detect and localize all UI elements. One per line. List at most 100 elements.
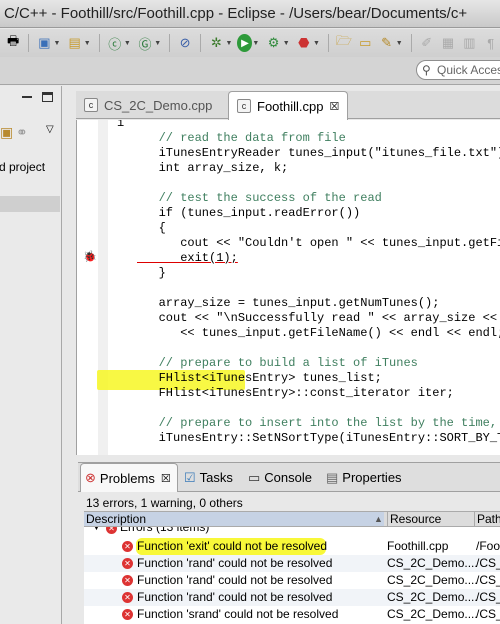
tab-cs-2c-demo[interactable]: c CS_2C_Demo.cpp (76, 91, 222, 119)
row-path: /CS_ (476, 590, 500, 604)
row-path: /Foo (476, 539, 500, 553)
problems-table: ▼ ✕ Errors (13 items) ✕ Function 'exit' … (84, 527, 500, 624)
link-editor-icon[interactable]: ⚭ (16, 124, 28, 141)
chevron-down-icon[interactable]: ▼ (283, 40, 290, 47)
tab-properties[interactable]: ▤ Properties (326, 463, 402, 492)
group-label: Errors (13 items) (120, 527, 210, 534)
code-line: i (117, 120, 125, 130)
debug-icon[interactable]: ✲ (207, 33, 225, 53)
skip-breakpoints-icon[interactable]: ⊘ (176, 33, 194, 53)
tab-tasks[interactable]: ☑ Tasks (184, 463, 233, 492)
table-row[interactable]: ✕ Function 'rand' could not be resolved … (84, 589, 500, 606)
code-line-error: exit(1); (137, 251, 238, 265)
console-icon: ▭ (248, 469, 261, 485)
error-icon: ✕ (122, 609, 133, 620)
problems-table-header: Description ▲ Resource Path (84, 511, 500, 527)
error-icon: ✕ (122, 558, 133, 569)
row-resource: CS_2C_Demo.... (387, 590, 478, 604)
minimize-icon[interactable] (22, 96, 32, 98)
chevron-down-icon[interactable]: ▼ (252, 40, 259, 47)
edit-icon[interactable]: ✐ (418, 33, 436, 53)
toolbar-separator (98, 34, 100, 52)
table-row[interactable]: ✕ Function 'exit' could not be resolved … (84, 538, 500, 555)
row-path: /CS_ (476, 607, 500, 621)
close-icon[interactable]: ☒ (161, 472, 171, 485)
tab-console[interactable]: ▭ Console (248, 463, 312, 492)
tab-foothill[interactable]: c Foothill.cpp ☒ (228, 91, 348, 120)
row-description: Function 'rand' could not be resolved (137, 573, 333, 587)
brush-icon[interactable]: ✎ (377, 33, 395, 53)
properties-icon: ▤ (326, 469, 339, 485)
window-title-bar: C/C++ - Foothill/src/Foothill.cpp - Ecli… (0, 0, 500, 28)
run-icon[interactable]: ▶ (237, 34, 253, 52)
code-line: // test the success of the read (137, 191, 382, 205)
chevron-down-icon[interactable]: ▼ (396, 40, 403, 47)
quick-access-search[interactable]: ⚲ Quick Access (416, 60, 500, 80)
code-line: if (tunes_input.readError()) (137, 206, 361, 220)
new-source-icon[interactable]: Ⓖ (136, 33, 154, 53)
open-folder-icon[interactable]: 🗁 (335, 33, 353, 53)
chevron-down-icon[interactable]: ▼ (313, 40, 320, 47)
tab-label: CS_2C_Demo.cpp (104, 97, 213, 113)
new-folder-icon[interactable]: ▤ (65, 33, 83, 53)
cpp-file-icon: c (237, 99, 251, 113)
row-description: Function 'srand' could not be resolved (137, 607, 339, 621)
toolbar-separator (28, 34, 30, 52)
print-icon[interactable]: 🖶 (4, 33, 22, 53)
new-class-icon[interactable]: ⓒ (106, 33, 124, 53)
annotation-ruler (98, 120, 108, 455)
code-line: array_size = tunes_input.getNumTunes(); (137, 296, 440, 310)
code-line: FHlist<iTunesEntry>::const_iterator iter… (137, 386, 454, 400)
grid-icon[interactable]: ▦ (439, 33, 457, 53)
page-icon[interactable]: ▥ (460, 33, 478, 53)
code-editor[interactable]: 🐞 i // read the data from file iTunesEnt… (76, 120, 500, 455)
toolbar-separator (200, 34, 202, 52)
tab-label: Tasks (199, 470, 233, 485)
editor-tab-bar: c CS_2C_Demo.cpp c Foothill.cpp ☒ (76, 91, 500, 120)
tab-problems[interactable]: ⊗ Problems ☒ (80, 463, 178, 492)
tab-label: Foothill.cpp (257, 98, 324, 114)
format-icon[interactable]: ¶ (482, 33, 500, 53)
group-row[interactable]: ▼ ✕ Errors (13 items) (84, 527, 500, 538)
code-line: // read the data from file (137, 131, 346, 145)
toolbar-separator (327, 34, 329, 52)
column-path[interactable]: Path (474, 512, 500, 526)
external-tools-icon[interactable]: ⚙ (264, 33, 282, 53)
tab-label: Console (264, 470, 312, 485)
project-label[interactable]: d project (0, 160, 45, 174)
toolbar-separator (169, 34, 170, 52)
selected-tree-row[interactable] (0, 196, 60, 212)
sort-arrow-icon: ▲ (374, 514, 383, 524)
code-line: cout << "Couldn't open " << tunes_input.… (137, 236, 500, 250)
error-marker-icon[interactable]: 🐞 (83, 250, 97, 263)
close-icon[interactable]: ☒ (329, 100, 339, 113)
row-description: Function 'rand' could not be resolved (137, 556, 333, 570)
expand-triangle-icon[interactable]: ▼ (92, 527, 101, 532)
view-menu-icon[interactable]: ▽ (46, 124, 54, 135)
code-line: } (137, 266, 166, 280)
project-explorer-panel: ▣ ⚭ ▽ d project (0, 86, 62, 624)
tab-label: Problems (99, 470, 155, 486)
table-row[interactable]: ✕ Function 'rand' could not be resolved … (84, 572, 500, 589)
chevron-down-icon[interactable]: ▼ (54, 40, 61, 47)
problems-icon: ⊗ (85, 470, 96, 485)
column-resource[interactable]: Resource (387, 512, 472, 526)
table-row[interactable]: ✕ Function 'rand' could not be resolved … (84, 555, 500, 572)
search-icon: ⚲ (422, 63, 431, 77)
stop-icon[interactable]: ⬣ (295, 33, 313, 53)
new-project-icon[interactable]: ▣ (35, 33, 53, 53)
maximize-icon[interactable] (42, 92, 53, 102)
collapse-all-icon[interactable]: ▣ (0, 124, 13, 141)
chevron-down-icon[interactable]: ▼ (225, 40, 232, 47)
code-line: iTunesEntry::SetNSortType(iTunesEntry::S… (137, 431, 500, 445)
row-description: Function 'rand' could not be resolved (137, 590, 333, 604)
tasks-icon: ☑ (184, 469, 196, 485)
chevron-down-icon[interactable]: ▼ (124, 40, 131, 47)
table-row[interactable]: ✕ Function 'srand' could not be resolved… (84, 606, 500, 623)
open-type-icon[interactable]: ▭ (356, 33, 374, 53)
chevron-down-icon[interactable]: ▼ (84, 40, 91, 47)
row-resource: CS_2C_Demo.... (387, 556, 478, 570)
column-description[interactable]: Description (84, 512, 384, 526)
editor-gutter (77, 120, 87, 455)
chevron-down-icon[interactable]: ▼ (154, 40, 161, 47)
